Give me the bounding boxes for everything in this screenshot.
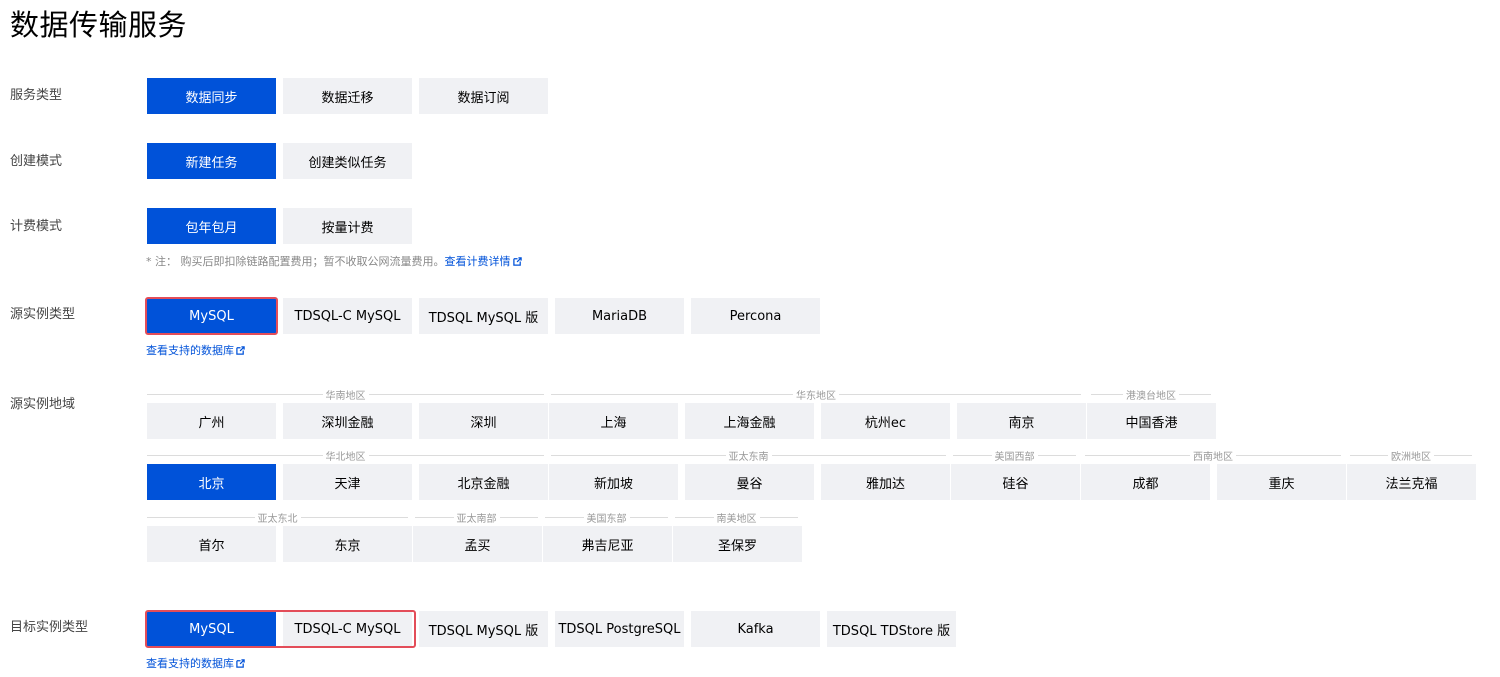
- source-support-link-text: 查看支持的数据库: [146, 344, 234, 357]
- region-hong-kong[interactable]: 中国香港: [1087, 403, 1216, 439]
- target-option-tdsql-mysql[interactable]: TDSQL MySQL 版: [419, 611, 548, 647]
- region-chengdu[interactable]: 成都: [1081, 464, 1210, 500]
- source-option-percona[interactable]: Percona: [691, 298, 820, 334]
- target-support-link-text: 查看支持的数据库: [146, 657, 234, 670]
- region-group-southwest: 西南地区: [1085, 449, 1341, 463]
- region-silicon-valley[interactable]: 硅谷: [951, 464, 1080, 500]
- source-option-mariadb[interactable]: MariaDB: [555, 298, 684, 334]
- region-hangzhou-ec[interactable]: 杭州ec: [821, 403, 950, 439]
- region-group-ne-asia: 亚太东北: [147, 511, 408, 525]
- option-create-similar-task[interactable]: 创建类似任务: [283, 143, 412, 179]
- region-tianjin[interactable]: 天津: [283, 464, 412, 500]
- region-nanjing[interactable]: 南京: [957, 403, 1086, 439]
- region-virginia[interactable]: 弗吉尼亚: [543, 526, 672, 562]
- region-shenzhen-finance[interactable]: 深圳金融: [283, 403, 412, 439]
- page-title: 数据传输服务: [10, 8, 188, 42]
- region-frankfurt[interactable]: 法兰克福: [1347, 464, 1476, 500]
- region-group-us-east: 美国东部: [545, 511, 668, 525]
- target-option-mysql[interactable]: MySQL: [147, 611, 276, 647]
- region-singapore[interactable]: 新加坡: [549, 464, 678, 500]
- option-data-migration[interactable]: 数据迁移: [283, 78, 412, 114]
- target-support-link[interactable]: 查看支持的数据库: [146, 655, 245, 671]
- region-mumbai[interactable]: 孟买: [413, 526, 542, 562]
- billing-mode-label: 计费模式: [10, 219, 63, 234]
- region-group-hk-mo-tw: 港澳台地区: [1091, 388, 1211, 402]
- region-shenzhen[interactable]: 深圳: [419, 403, 548, 439]
- region-chongqing[interactable]: 重庆: [1217, 464, 1346, 500]
- region-shanghai[interactable]: 上海: [549, 403, 678, 439]
- region-group-south-china: 华南地区: [147, 388, 544, 402]
- option-data-subscription[interactable]: 数据订阅: [419, 78, 548, 114]
- region-sao-paulo[interactable]: 圣保罗: [673, 526, 802, 562]
- region-guangzhou[interactable]: 广州: [147, 403, 276, 439]
- option-data-sync[interactable]: 数据同步: [147, 78, 276, 114]
- source-option-mysql[interactable]: MySQL: [147, 298, 276, 334]
- external-link-icon: [512, 257, 522, 266]
- create-mode-label: 创建模式: [10, 154, 63, 169]
- external-link-icon: [236, 659, 245, 668]
- target-type-label: 目标实例类型: [10, 620, 89, 635]
- target-option-kafka[interactable]: Kafka: [691, 611, 820, 647]
- region-group-us-west: 美国西部: [953, 449, 1076, 463]
- target-option-tdsql-c-mysql[interactable]: TDSQL-C MySQL: [283, 611, 412, 647]
- target-option-tdsql-postgresql[interactable]: TDSQL PostgreSQL: [555, 611, 684, 647]
- source-option-tdsql-mysql[interactable]: TDSQL MySQL 版: [419, 298, 548, 334]
- region-tokyo[interactable]: 东京: [283, 526, 412, 562]
- region-group-east-china: 华东地区: [551, 388, 1081, 402]
- region-beijing[interactable]: 北京: [147, 464, 276, 500]
- region-bangkok[interactable]: 曼谷: [685, 464, 814, 500]
- billing-details-link[interactable]: 查看计费详情: [445, 255, 511, 268]
- region-group-europe: 欧洲地区: [1350, 449, 1472, 463]
- billing-note-text: * 注： 购买后即扣除链路配置费用；暂不收取公网流量费用。: [146, 255, 445, 268]
- option-pay-as-you-go[interactable]: 按量计费: [283, 208, 412, 244]
- region-jakarta[interactable]: 雅加达: [821, 464, 950, 500]
- region-seoul[interactable]: 首尔: [147, 526, 276, 562]
- region-group-south-america: 南美地区: [675, 511, 798, 525]
- region-group-se-asia: 亚太东南: [551, 449, 946, 463]
- source-option-tdsql-c-mysql[interactable]: TDSQL-C MySQL: [283, 298, 412, 334]
- billing-note: * 注： 购买后即扣除链路配置费用；暂不收取公网流量费用。查看计费详情: [146, 253, 522, 269]
- region-beijing-finance[interactable]: 北京金融: [419, 464, 548, 500]
- option-prepaid[interactable]: 包年包月: [147, 208, 276, 244]
- source-region-label: 源实例地域: [10, 397, 76, 412]
- target-option-tdsql-tdstore[interactable]: TDSQL TDStore 版: [827, 611, 956, 647]
- option-new-task[interactable]: 新建任务: [147, 143, 276, 179]
- region-group-north-china: 华北地区: [147, 449, 544, 463]
- region-group-south-asia: 亚太南部: [415, 511, 538, 525]
- source-type-label: 源实例类型: [10, 307, 76, 322]
- region-shanghai-finance[interactable]: 上海金融: [685, 403, 814, 439]
- source-support-link[interactable]: 查看支持的数据库: [146, 342, 245, 358]
- external-link-icon: [236, 346, 245, 355]
- service-type-label: 服务类型: [10, 88, 63, 103]
